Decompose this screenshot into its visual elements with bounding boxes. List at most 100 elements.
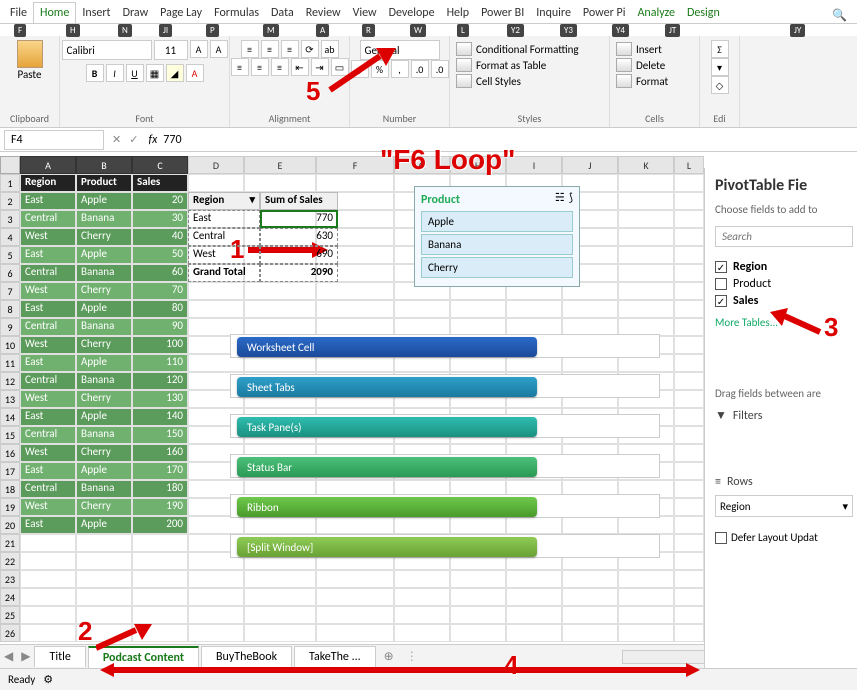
cell[interactable] xyxy=(674,426,704,444)
cell[interactable]: East xyxy=(20,408,76,426)
cell[interactable]: Cherry xyxy=(76,390,132,408)
row-header-8[interactable]: 8 xyxy=(0,300,20,318)
flowbox-2[interactable]: Sheet Tabs xyxy=(230,374,660,398)
decrease-font-icon[interactable]: A xyxy=(210,40,228,58)
pivottable-fields-pane[interactable]: PivotTable Fie Choose fields to add to R… xyxy=(704,168,857,668)
checkbox-region[interactable] xyxy=(715,261,727,273)
pivot-val-west[interactable]: 690 xyxy=(260,246,338,264)
cell[interactable] xyxy=(618,264,674,282)
cell[interactable] xyxy=(562,516,618,534)
sheet-tab-podcast[interactable]: Podcast Content xyxy=(88,646,199,668)
col-header-h[interactable]: H xyxy=(450,156,506,174)
cell[interactable] xyxy=(188,516,244,534)
tab-analyze[interactable]: Analyze xyxy=(631,3,681,23)
cell[interactable] xyxy=(76,588,132,606)
pivot-row-west[interactable]: West xyxy=(188,246,260,264)
cell[interactable]: West xyxy=(20,444,76,462)
cell[interactable] xyxy=(244,570,316,588)
cell[interactable]: Banana xyxy=(76,372,132,390)
cell[interactable] xyxy=(76,552,132,570)
cell[interactable] xyxy=(394,516,450,534)
cell[interactable]: 90 xyxy=(132,318,188,336)
cell[interactable] xyxy=(20,534,76,552)
cell[interactable] xyxy=(674,246,704,264)
number-format-input[interactable] xyxy=(360,40,440,60)
fill-color-button[interactable]: ◢ xyxy=(166,64,184,82)
row-header-3[interactable]: 3 xyxy=(0,210,20,228)
cell[interactable] xyxy=(674,282,704,300)
cell[interactable] xyxy=(506,516,562,534)
cell[interactable] xyxy=(618,606,674,624)
align-left-icon[interactable]: ≡ xyxy=(231,58,249,76)
tab-insert[interactable]: Insert xyxy=(76,3,116,23)
cell[interactable]: West xyxy=(20,282,76,300)
cell[interactable] xyxy=(674,480,704,498)
col-header-l[interactable]: L xyxy=(674,156,704,174)
currency-icon[interactable]: $ xyxy=(351,60,369,78)
cell[interactable]: Sales xyxy=(132,174,188,192)
cell[interactable] xyxy=(188,606,244,624)
cell[interactable] xyxy=(618,228,674,246)
cell[interactable]: Cherry xyxy=(76,336,132,354)
cell[interactable]: Central xyxy=(20,264,76,282)
tab-help[interactable]: Help xyxy=(441,3,476,23)
cell[interactable]: Product xyxy=(76,174,132,192)
cell[interactable] xyxy=(394,570,450,588)
cell[interactable] xyxy=(506,570,562,588)
cell[interactable] xyxy=(394,300,450,318)
tab-power-pivot[interactable]: Power Pi xyxy=(577,3,632,23)
new-sheet-button[interactable]: ⊕ xyxy=(378,649,400,664)
cell[interactable] xyxy=(450,516,506,534)
tell-me-icon[interactable]: 🔍 xyxy=(826,8,853,23)
cell[interactable] xyxy=(450,570,506,588)
italic-button[interactable]: I xyxy=(106,64,124,82)
cell[interactable] xyxy=(674,552,704,570)
chevron-down-icon[interactable]: ▾ xyxy=(842,500,848,513)
cell[interactable] xyxy=(76,606,132,624)
cell[interactable]: 40 xyxy=(132,228,188,246)
cell[interactable] xyxy=(316,588,394,606)
cell[interactable]: Cherry xyxy=(76,444,132,462)
cell[interactable] xyxy=(132,534,188,552)
cell[interactable] xyxy=(450,624,506,642)
cell[interactable] xyxy=(316,624,394,642)
cell[interactable]: Cherry xyxy=(76,282,132,300)
pivot-row-central[interactable]: Central xyxy=(188,228,260,246)
cell[interactable] xyxy=(562,300,618,318)
row-header-16[interactable]: 16 xyxy=(0,444,20,462)
cell[interactable] xyxy=(316,570,394,588)
comma-icon[interactable]: , xyxy=(391,60,409,78)
pivot-grand-label[interactable]: Grand Total xyxy=(188,264,260,282)
flowbox-1[interactable]: Worksheet Cell xyxy=(230,334,660,358)
cell[interactable] xyxy=(244,300,316,318)
cell[interactable]: 60 xyxy=(132,264,188,282)
cell[interactable] xyxy=(674,264,704,282)
clear-icon[interactable]: ◇ xyxy=(711,76,729,94)
cell[interactable]: 160 xyxy=(132,444,188,462)
cell[interactable] xyxy=(674,228,704,246)
cell[interactable]: Banana xyxy=(76,318,132,336)
enter-icon[interactable]: ✓ xyxy=(129,133,138,146)
cell[interactable] xyxy=(618,246,674,264)
cell[interactable] xyxy=(674,570,704,588)
row-header-5[interactable]: 5 xyxy=(0,246,20,264)
checkbox-sales[interactable] xyxy=(715,295,727,307)
cell[interactable]: 30 xyxy=(132,210,188,228)
cell[interactable] xyxy=(450,300,506,318)
cell[interactable]: East xyxy=(20,516,76,534)
cell[interactable] xyxy=(506,624,562,642)
tab-inquire[interactable]: Inquire xyxy=(530,3,577,23)
cell[interactable] xyxy=(674,462,704,480)
font-name-input[interactable] xyxy=(62,40,152,60)
dropdown-icon[interactable]: ▾ xyxy=(249,193,255,206)
col-header-g[interactable]: G xyxy=(394,156,450,174)
tab-data[interactable]: Data xyxy=(265,3,300,23)
cell[interactable] xyxy=(674,516,704,534)
cell[interactable]: 130 xyxy=(132,390,188,408)
cell[interactable] xyxy=(76,570,132,588)
tab-design[interactable]: Design xyxy=(681,3,726,23)
cell[interactable] xyxy=(244,606,316,624)
cell[interactable]: 200 xyxy=(132,516,188,534)
cell[interactable] xyxy=(618,282,674,300)
row-header-24[interactable]: 24 xyxy=(0,588,20,606)
